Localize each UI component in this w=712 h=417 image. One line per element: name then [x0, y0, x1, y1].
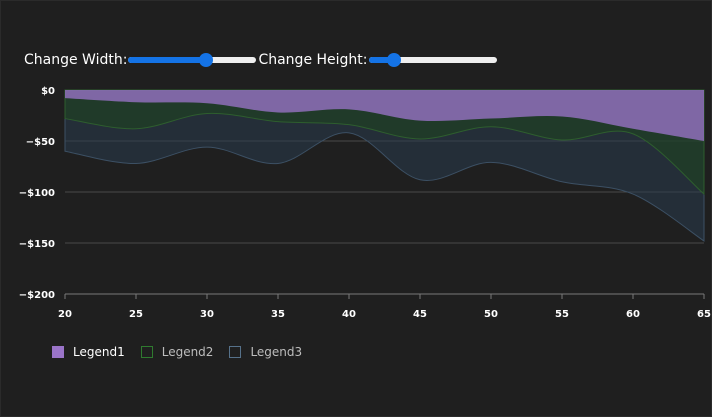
x-tick-label: 55 [555, 309, 569, 320]
x-tick-label: 20 [58, 309, 72, 320]
legend-swatch [52, 346, 64, 358]
x-tick-label: 60 [626, 309, 640, 320]
y-tick-label: −$50 [26, 137, 55, 148]
chart-legend: Legend1 Legend2 Legend3 [52, 345, 318, 359]
x-tick-label: 25 [129, 309, 143, 320]
x-tick-label: 65 [697, 309, 711, 320]
x-tick-label: 50 [484, 309, 498, 320]
legend-item-legend2[interactable]: Legend2 [140, 345, 214, 359]
legend-label: Legend2 [161, 345, 214, 359]
x-tick-label: 35 [271, 309, 285, 320]
legend-swatch [229, 346, 242, 358]
x-tick-label: 40 [342, 309, 356, 320]
legend-item-legend3[interactable]: Legend3 [229, 345, 302, 359]
y-tick-label: −$200 [19, 290, 55, 301]
x-tick-label: 45 [413, 309, 427, 320]
legend-item-legend1[interactable]: Legend1 [52, 345, 125, 359]
x-tick-label: 30 [200, 309, 214, 320]
y-tick-label: $0 [41, 86, 55, 97]
y-tick-label: −$100 [19, 188, 55, 199]
legend-label: Legend1 [73, 345, 125, 359]
legend-swatch [140, 346, 153, 358]
y-tick-label: −$150 [19, 239, 55, 250]
legend-label: Legend3 [250, 345, 303, 359]
